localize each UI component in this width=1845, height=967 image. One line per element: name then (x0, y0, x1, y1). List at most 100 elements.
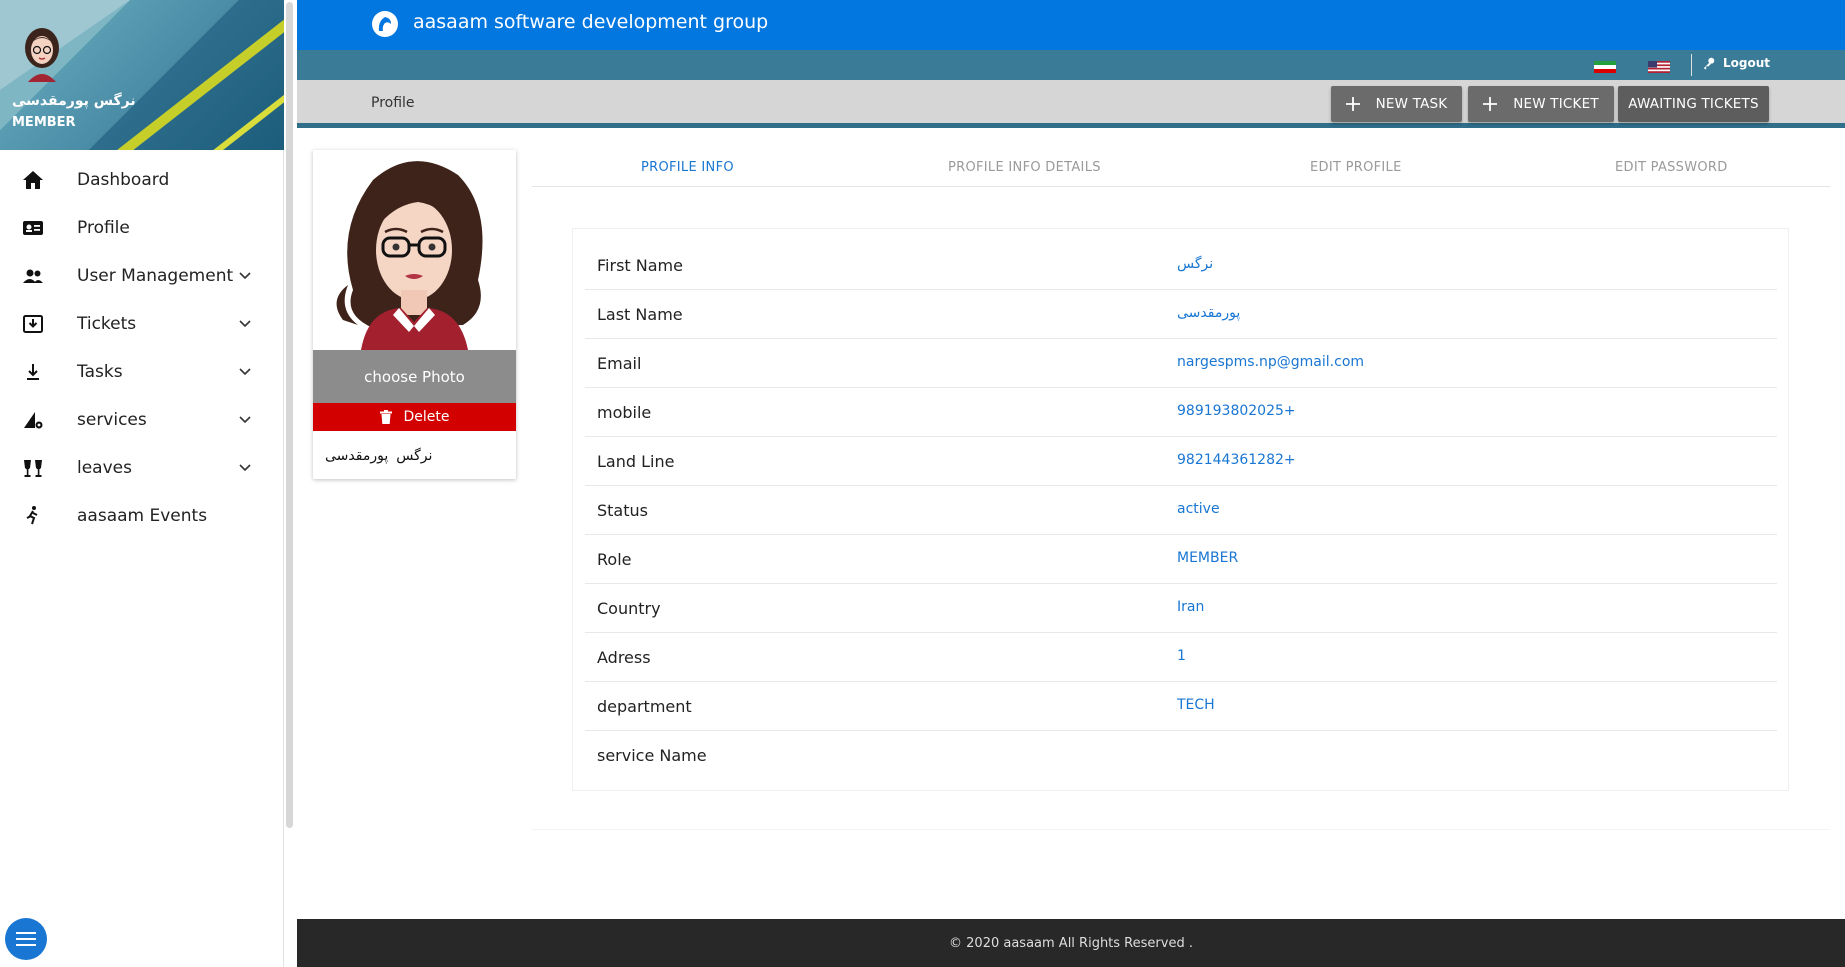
row-label: service Name (597, 746, 707, 765)
row-value: Iran (1177, 599, 1205, 615)
content-divider (532, 829, 1830, 830)
usa-flag-icon[interactable] (1648, 61, 1670, 73)
table-row: mobile 989193802025+ (585, 388, 1777, 437)
row-label: department (597, 697, 692, 716)
awaiting-tickets-label: AWAITING TICKETS (1628, 96, 1759, 112)
top-app-bar: aasaam software development group (297, 0, 1845, 50)
delete-label: Delete (403, 409, 450, 425)
sidebar-scrollbar[interactable] (286, 2, 293, 828)
table-row: department TECH (585, 682, 1777, 731)
chevron-down-icon[interactable] (238, 317, 252, 331)
row-value: active (1177, 501, 1220, 517)
tab-edit-profile[interactable]: EDIT PROFILE (1310, 160, 1402, 175)
card-first-name: نرگس (396, 448, 433, 464)
sidebar-item-profile[interactable]: Profile (0, 204, 283, 252)
row-value: 1 (1177, 648, 1186, 664)
tab-profile-info-details[interactable]: PROFILE INFO DETAILS (948, 160, 1101, 175)
chevron-down-icon[interactable] (238, 365, 252, 379)
delete-photo-button[interactable]: Delete (313, 403, 516, 431)
tab-edit-password[interactable]: EDIT PASSWORD (1615, 160, 1728, 175)
inbox-download-icon (23, 315, 43, 333)
table-row: Role MEMBER (585, 535, 1777, 584)
service-gear-icon (24, 412, 43, 429)
plus-icon (1345, 97, 1360, 111)
running-person-icon (26, 506, 38, 525)
table-row: Status active (585, 486, 1777, 535)
chevron-down-icon[interactable] (238, 461, 252, 475)
choose-photo-button[interactable]: choose Photo (313, 350, 516, 403)
row-label: Email (597, 354, 642, 373)
sidebar-item-label: leaves (77, 458, 132, 478)
sidebar-item-label: Dashboard (77, 170, 170, 190)
plus-icon (1483, 97, 1498, 111)
header-divider (1691, 54, 1692, 76)
chevron-down-icon[interactable] (238, 269, 252, 283)
profile-card: choose Photo Delete نرگس پورمقدسی (313, 150, 516, 479)
logout-button[interactable]: Logout (1702, 56, 1770, 70)
new-ticket-label: NEW TICKET (1513, 96, 1599, 112)
profile-photo (313, 150, 516, 350)
footer: © 2020 aasaam All Rights Reserved . (297, 919, 1845, 967)
table-row: service Name (585, 731, 1777, 780)
sidebar-item-user-management[interactable]: User Management (0, 252, 283, 300)
footer-copyright: © 2020 aasaam All Rights Reserved . (949, 935, 1193, 951)
new-task-button[interactable]: NEW TASK (1331, 86, 1462, 122)
table-row: Email nargespms.np@gmail.com (585, 339, 1777, 388)
sidebar-item-tasks[interactable]: Tasks (0, 348, 283, 396)
avatar[interactable] (18, 22, 66, 82)
app-title: aasaam software development group (413, 11, 769, 33)
sidebar-nav: Dashboard Profile User Management Ticket… (0, 156, 283, 540)
sidebar-item-services[interactable]: services (0, 396, 283, 444)
glasses-toast-icon (24, 460, 42, 477)
profile-info-table: First Name نرگس Last Name پورمقدسی Email… (572, 228, 1789, 791)
user-role: MEMBER (12, 115, 76, 130)
iran-flag-icon[interactable] (1594, 61, 1616, 73)
download-arrow-icon (27, 364, 39, 380)
row-value: TECH (1177, 697, 1215, 713)
sidebar-item-label: services (77, 410, 147, 430)
hamburger-menu-icon (16, 932, 36, 946)
row-label: Status (597, 501, 648, 520)
sidebar-item-tickets[interactable]: Tickets (0, 300, 283, 348)
row-value: 989193802025+ (1177, 403, 1296, 419)
row-value: nargespms.np@gmail.com (1177, 354, 1365, 370)
table-row: Adress 1 (585, 633, 1777, 682)
choose-photo-label: choose Photo (364, 367, 465, 386)
sidebar-item-label: User Management (77, 266, 234, 286)
new-ticket-button[interactable]: NEW TICKET (1468, 86, 1614, 122)
row-label: mobile (597, 403, 652, 422)
sidebar-item-dashboard[interactable]: Dashboard (0, 156, 283, 204)
home-icon (23, 171, 43, 189)
new-task-label: NEW TASK (1375, 96, 1448, 112)
awaiting-tickets-button[interactable]: AWAITING TICKETS (1618, 86, 1769, 122)
row-label: Last Name (597, 305, 683, 324)
key-icon (1703, 57, 1715, 70)
table-row: Last Name پورمقدسی (585, 290, 1777, 339)
row-value: پورمقدسی (1177, 305, 1241, 321)
table-row: First Name نرگس (585, 241, 1777, 290)
row-value: MEMBER (1177, 550, 1239, 566)
sidebar-profile-header: نرگس پورمقدسی MEMBER (0, 0, 284, 150)
sidebar-item-aasaam-events[interactable]: aasaam Events (0, 492, 283, 540)
aasaam-logo-icon (372, 11, 398, 37)
table-row: Land Line 982144361282+ (585, 437, 1777, 486)
row-label: Land Line (597, 452, 675, 471)
tab-profile-info[interactable]: PROFILE INFO (641, 160, 734, 175)
profile-tabs: PROFILE INFO PROFILE INFO DETAILS EDIT P… (532, 150, 1830, 187)
card-user-name: نرگس پورمقدسی (325, 448, 432, 464)
row-label: Role (597, 550, 632, 569)
users-icon (23, 269, 43, 283)
table-row: Country Iran (585, 584, 1777, 633)
sidebar-item-leaves[interactable]: leaves (0, 444, 283, 492)
user-name: نرگس پورمقدسی (12, 93, 136, 109)
sidebar-item-label: aasaam Events (77, 506, 208, 526)
trash-icon (379, 410, 392, 424)
row-label: Country (597, 599, 661, 618)
sidebar-item-label: Profile (77, 218, 130, 238)
menu-fab-button[interactable] (5, 918, 47, 960)
row-label: Adress (597, 648, 651, 667)
chevron-down-icon[interactable] (238, 413, 252, 427)
breadcrumb-bar: Profile NEW TASK NEW TICKET AWAITING TIC… (297, 80, 1845, 128)
card-last-name: پورمقدسی (325, 448, 389, 464)
row-value: 982144361282+ (1177, 452, 1296, 468)
